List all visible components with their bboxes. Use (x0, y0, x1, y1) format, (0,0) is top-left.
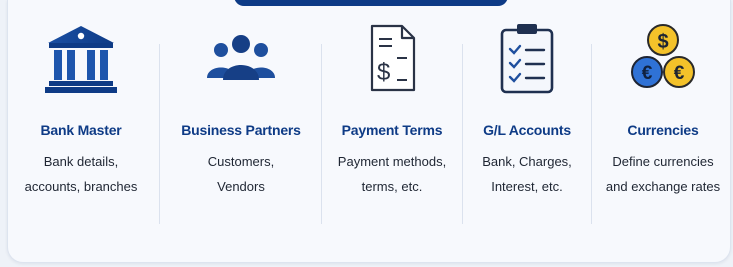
module-description-line: Customers, (207, 154, 275, 169)
module-business-partners[interactable]: Business Partners Customers, Vendors (166, 18, 316, 214)
module-title: Currencies (627, 122, 699, 138)
column-divider (321, 44, 322, 224)
module-description-line: accounts, branches (24, 179, 138, 194)
module-description: Define currencies and exchange rates (606, 149, 720, 199)
module-title: Business Partners (181, 122, 301, 138)
module-description-line: and exchange rates (605, 179, 721, 194)
module-description: Customers, Vendors (208, 149, 274, 199)
module-title: Bank Master (40, 122, 122, 138)
module-title: G/L Accounts (483, 122, 571, 138)
module-title: Payment Terms (341, 122, 443, 138)
column-divider (159, 44, 160, 224)
header-tab-bar (234, 0, 508, 6)
svg-text:€: € (674, 63, 685, 84)
module-description-line: Define currencies (612, 154, 714, 169)
invoice-icon: $ (370, 24, 416, 92)
module-gl-accounts[interactable]: G/L Accounts Bank, Charges, Interest, et… (465, 18, 589, 214)
column-divider (591, 44, 592, 224)
master-data-modules: Bank Master Bank details, accounts, bran… (0, 18, 733, 224)
module-bank-master[interactable]: Bank Master Bank details, accounts, bran… (5, 18, 157, 214)
svg-text:€: € (642, 63, 653, 84)
bank-icon (45, 26, 117, 93)
module-payment-terms[interactable]: $ Payment Terms Payment methods, terms, … (324, 18, 460, 214)
people-icon (207, 35, 275, 80)
module-description-line: terms, etc. (361, 179, 423, 194)
checklist-icon (500, 24, 554, 94)
module-currencies[interactable]: $ € € Currencies Define currencies and e… (594, 18, 732, 214)
svg-text:$: $ (657, 31, 668, 53)
svg-text:$: $ (377, 59, 390, 86)
module-description: Bank details, accounts, branches (25, 149, 138, 199)
module-description-line: Vendors (217, 179, 265, 194)
module-description: Payment methods, terms, etc. (338, 149, 446, 199)
module-description: Bank, Charges, Interest, etc. (482, 149, 572, 199)
module-description-line: Bank details, (43, 154, 119, 169)
module-description-line: Interest, etc. (491, 179, 563, 194)
column-divider (462, 44, 463, 224)
module-description-line: Payment methods, (337, 154, 447, 169)
module-description-line: Bank, Charges, (482, 154, 572, 169)
coins-icon: $ € € (631, 24, 695, 88)
